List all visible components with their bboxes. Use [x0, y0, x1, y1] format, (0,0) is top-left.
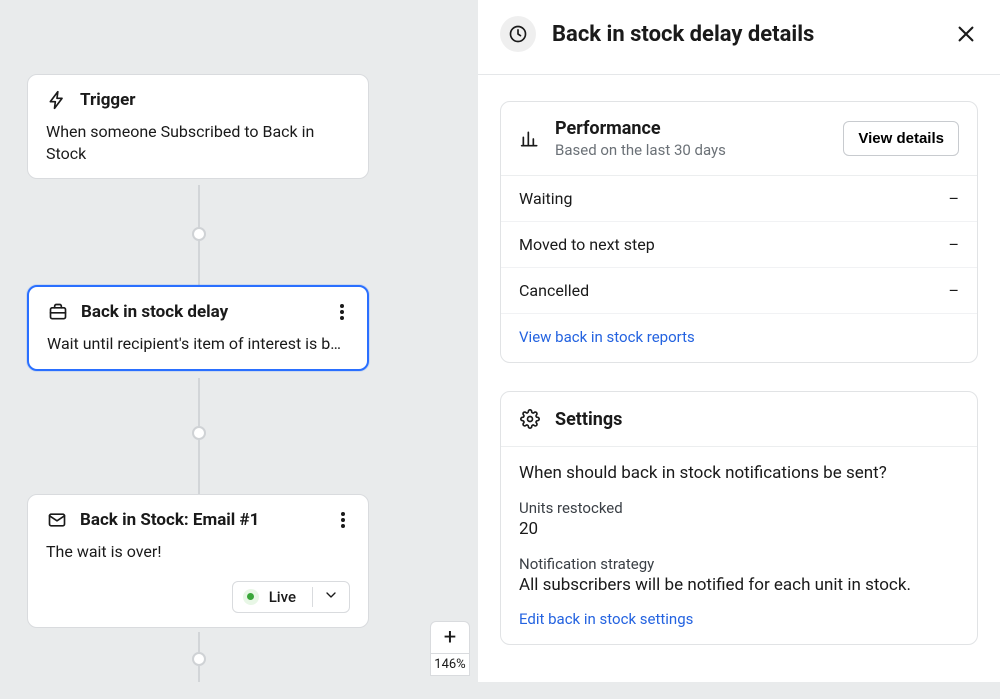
notification-strategy-value: All subscribers will be notified for eac…	[519, 575, 959, 595]
envelope-icon	[46, 509, 68, 531]
node-trigger-title: Trigger	[80, 90, 136, 110]
stat-label: Waiting	[519, 189, 572, 208]
connector-dot[interactable]	[192, 652, 206, 666]
connector-dot[interactable]	[192, 426, 206, 440]
connector	[198, 666, 200, 682]
connector	[198, 632, 200, 652]
status-dropdown[interactable]: Live	[232, 581, 350, 613]
zoom-control: + 146%	[430, 621, 470, 676]
node-trigger-desc: When someone Subscribed to Back in Stock	[46, 121, 350, 164]
panel-title: Back in stock delay details	[552, 22, 938, 47]
units-restocked-value: 20	[519, 519, 959, 539]
zoom-level: 146%	[434, 654, 465, 675]
performance-title: Performance	[555, 118, 829, 139]
close-button[interactable]	[954, 22, 978, 46]
node-email[interactable]: Back in Stock: Email #1 The wait is over…	[27, 494, 369, 628]
performance-subtitle: Based on the last 30 days	[555, 141, 829, 159]
panel-header: Back in stock delay details	[478, 0, 1000, 75]
node-email-desc: The wait is over!	[46, 541, 350, 563]
settings-question: When should back in stock notifications …	[519, 463, 959, 483]
flow-canvas[interactable]: Trigger When someone Subscribed to Back …	[0, 0, 478, 682]
gear-icon	[519, 408, 541, 430]
node-trigger[interactable]: Trigger When someone Subscribed to Back …	[27, 74, 369, 179]
view-reports-link[interactable]: View back in stock reports	[519, 328, 695, 346]
connector	[198, 185, 200, 227]
clock-icon	[500, 16, 536, 52]
stat-row-cancelled: Cancelled –	[501, 268, 977, 314]
stat-row-moved: Moved to next step –	[501, 222, 977, 268]
units-restocked-label: Units restocked	[519, 499, 959, 517]
stat-row-waiting: Waiting –	[501, 176, 977, 222]
stat-value: –	[949, 235, 960, 254]
settings-card: Settings When should back in stock notif…	[500, 391, 978, 645]
zoom-in-button[interactable]: +	[431, 622, 469, 654]
chevron-down-icon	[323, 587, 339, 607]
edit-settings-link[interactable]: Edit back in stock settings	[519, 610, 693, 628]
plus-icon: +	[444, 625, 456, 650]
node-delay[interactable]: Back in stock delay Wait until recipient…	[27, 285, 369, 371]
details-panel: Back in stock delay details Performance …	[478, 0, 1000, 682]
node-delay-desc: Wait until recipient's item of interest …	[47, 333, 349, 355]
node-email-title: Back in Stock: Email #1	[80, 510, 259, 530]
view-details-button[interactable]: View details	[843, 121, 959, 156]
bar-chart-icon	[519, 128, 541, 150]
settings-title: Settings	[555, 409, 959, 430]
node-delay-menu-button[interactable]	[331, 301, 353, 323]
notification-strategy-label: Notification strategy	[519, 555, 959, 573]
stat-label: Cancelled	[519, 281, 589, 300]
node-delay-title: Back in stock delay	[81, 302, 228, 322]
stat-label: Moved to next step	[519, 235, 655, 254]
stat-value: –	[949, 281, 960, 300]
connector	[198, 440, 200, 494]
node-email-menu-button[interactable]	[332, 509, 354, 531]
performance-card: Performance Based on the last 30 days Vi…	[500, 101, 978, 363]
status-label: Live	[269, 588, 296, 606]
connector	[198, 241, 200, 285]
connector-dot[interactable]	[192, 227, 206, 241]
stat-value: –	[949, 189, 960, 208]
status-indicator-icon	[243, 589, 259, 605]
briefcase-icon	[47, 301, 69, 323]
connector	[198, 378, 200, 426]
lightning-icon	[46, 89, 68, 111]
